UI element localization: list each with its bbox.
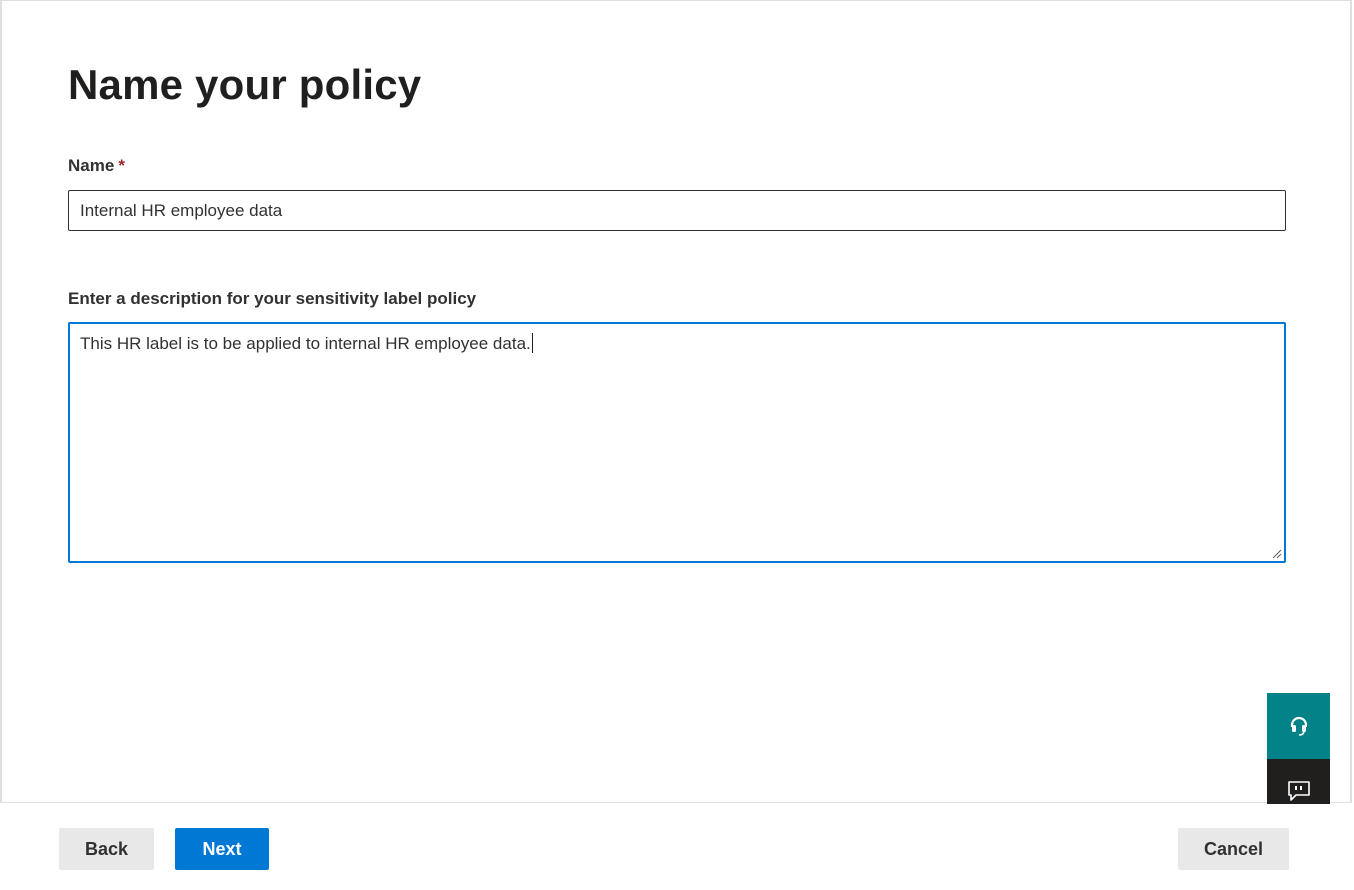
description-textarea[interactable]: This HR label is to be applied to intern… <box>68 322 1286 563</box>
feedback-chat-icon <box>1287 780 1310 801</box>
name-label-text: Name <box>68 156 115 175</box>
page-title: Name your policy <box>68 61 422 108</box>
wizard-page: Name your policy Name * Internal HR emplo… <box>0 0 1354 890</box>
text-cursor <box>531 333 533 353</box>
help-button[interactable] <box>1267 693 1330 759</box>
name-input-value: Internal HR employee data <box>80 201 283 220</box>
headset-icon <box>1290 716 1307 736</box>
resize-grip-icon[interactable] <box>1272 549 1282 559</box>
name-input[interactable]: Internal HR employee data <box>68 190 1286 231</box>
required-indicator: * <box>118 156 125 175</box>
next-button[interactable]: Next <box>175 828 269 870</box>
description-textarea-value: This HR label is to be applied to intern… <box>80 334 531 353</box>
wizard-footer: Back Next Cancel <box>0 804 1354 890</box>
name-field-label: Name * <box>68 156 125 176</box>
description-field-label: Enter a description for your sensitivity… <box>68 289 477 308</box>
cancel-button[interactable]: Cancel <box>1178 828 1289 870</box>
content-panel: Name your policy Name * Internal HR emplo… <box>0 0 1352 803</box>
back-button[interactable]: Back <box>59 828 154 870</box>
